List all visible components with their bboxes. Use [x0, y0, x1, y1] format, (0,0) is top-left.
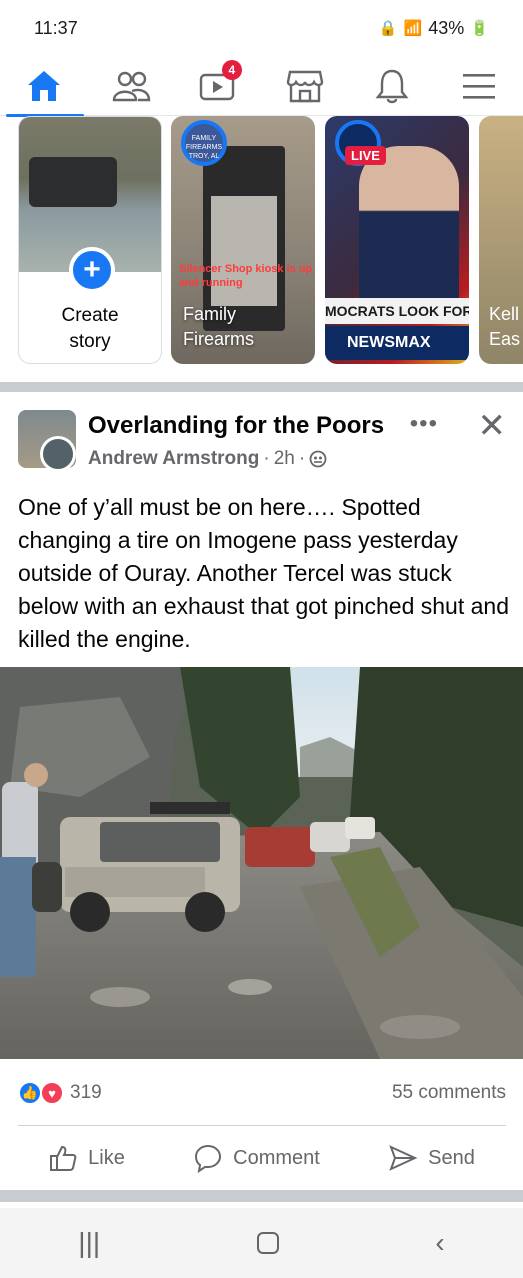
create-story-label: Create story — [61, 305, 119, 352]
top-nav: 4 — [0, 56, 523, 117]
back-icon[interactable]: ‹ — [435, 1227, 444, 1259]
hamburger-icon — [463, 73, 496, 99]
like-button[interactable]: Like — [48, 1143, 125, 1173]
tab-notifications[interactable] — [352, 56, 432, 116]
wifi-icon: 📶 — [403, 20, 423, 37]
meta-separator: · — [298, 448, 306, 469]
post-meta: Andrew Armstrong · 2h · — [88, 448, 327, 470]
story-title-family: Family Firearms — [183, 304, 254, 349]
section-divider — [0, 382, 523, 392]
home-icon — [27, 70, 60, 101]
love-reaction-icon: ♥ — [40, 1081, 64, 1105]
more-options-icon[interactable]: ••• — [410, 410, 438, 438]
tab-marketplace[interactable] — [265, 56, 345, 116]
story-avatar-family: FAMILY FIREARMS TROY, AL — [181, 120, 227, 166]
battery-percent: 43% — [428, 17, 465, 38]
news-person-image — [359, 146, 459, 306]
tab-friends[interactable] — [91, 56, 171, 116]
meta-separator: · — [263, 448, 270, 469]
actions-separator — [18, 1125, 506, 1126]
post-time[interactable]: 2h — [274, 448, 295, 470]
add-story-icon[interactable]: + — [69, 247, 115, 293]
post-text: One of y’all must be on here…. Spotted c… — [18, 494, 510, 652]
send-button[interactable]: Send — [388, 1143, 475, 1173]
tab-menu[interactable] — [439, 56, 519, 116]
recent-apps-icon[interactable]: ||| — [78, 1227, 100, 1259]
tab-video[interactable]: 4 — [178, 56, 258, 116]
video-badge: 4 — [221, 59, 242, 80]
comment-label: Comment — [233, 1146, 320, 1169]
group-name[interactable]: Overlanding for the Poors — [88, 412, 384, 440]
group-privacy-icon — [309, 450, 327, 468]
battery-icon: 🔋 — [470, 20, 489, 37]
post-photo[interactable] — [0, 667, 523, 1059]
status-bar: 11:37 🔒 📶 43% 🔋 — [0, 0, 523, 56]
reaction-summary[interactable]: 👍 ♥ 319 — [18, 1081, 102, 1105]
home-button-icon[interactable] — [256, 1232, 279, 1254]
friends-icon — [112, 71, 150, 101]
story-newsmax[interactable]: LIVE MOCRATS LOOK FOR A NEWSMAX — [325, 116, 469, 364]
comments-count[interactable]: 55 comments — [392, 1082, 506, 1104]
comment-button[interactable]: Comment — [193, 1143, 320, 1173]
tab-home[interactable] — [4, 56, 84, 117]
marketplace-icon — [286, 70, 324, 102]
system-nav-bar: ||| ‹ — [0, 1208, 523, 1278]
status-icons: 🔒 📶 43% 🔋 — [379, 18, 489, 39]
reactions-bar: 👍 ♥ 319 55 comments — [18, 1078, 506, 1108]
like-icon — [50, 1145, 77, 1171]
story-logo-text: FAMILY FIREARMS TROY, AL — [185, 135, 223, 160]
live-badge: LIVE — [345, 146, 386, 165]
kiosk-caption: Silencer Shop kiosk is up and running — [179, 263, 313, 289]
stories-carousel[interactable]: + Create story FAMILY FIREARMS TROY, AL … — [0, 116, 523, 374]
author-name[interactable]: Andrew Armstrong — [88, 448, 259, 470]
story-kelly[interactable]: Kell Eas — [479, 116, 523, 364]
comment-icon — [195, 1144, 222, 1173]
reaction-count: 319 — [70, 1082, 102, 1103]
bell-icon — [375, 69, 409, 103]
post-photo-illustration — [0, 667, 523, 1059]
like-label: Like — [88, 1146, 125, 1169]
close-icon[interactable]: ✕ — [478, 406, 507, 446]
send-icon — [389, 1145, 418, 1171]
status-time: 11:37 — [34, 17, 78, 38]
like-reaction-icon: 👍 — [18, 1081, 42, 1105]
post-actions: Like Comment Send — [0, 1138, 523, 1178]
story-title-kelly: Kell Eas — [489, 304, 521, 349]
newsmax-logo: NEWSMAX — [325, 326, 469, 360]
section-divider-bottom — [0, 1190, 523, 1202]
post-header: Overlanding for the Poors Andrew Armstro… — [18, 407, 508, 472]
create-story-card[interactable]: + Create story — [18, 116, 162, 364]
author-avatar[interactable] — [40, 436, 76, 472]
lock-icon: 🔒 — [378, 20, 398, 37]
send-label: Send — [428, 1146, 475, 1169]
truck-shape — [29, 157, 117, 207]
story-family-firearms[interactable]: FAMILY FIREARMS TROY, AL Silencer Shop k… — [171, 116, 315, 364]
news-ticker: MOCRATS LOOK FOR A — [325, 298, 469, 324]
